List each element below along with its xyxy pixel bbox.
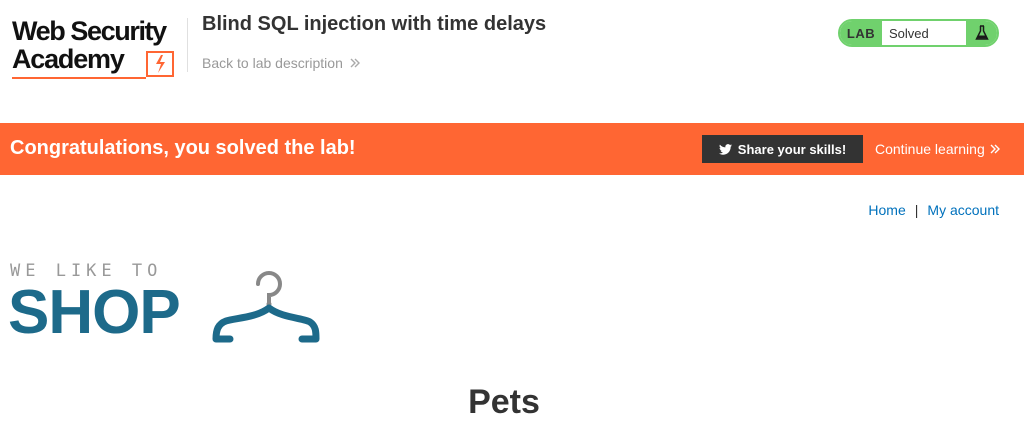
shop-word: SHOP (8, 278, 181, 347)
page-heading: Pets (468, 383, 540, 421)
back-to-lab-description-link[interactable]: Back to lab description (202, 55, 361, 71)
continue-learning-link[interactable]: Continue learning (875, 141, 1001, 157)
share-skills-label: Share your skills! (737, 141, 847, 157)
lab-solved-banner: Congratulations, you solved the lab! Sha… (0, 123, 1024, 175)
back-link-label: Back to lab description (202, 55, 343, 71)
nav-separator: | (914, 202, 919, 218)
academy-logo[interactable]: Web Security Academy (12, 16, 188, 82)
share-skills-button[interactable]: Share your skills! (702, 135, 863, 163)
shop-logo[interactable]: WE LIKE TO SHOP (8, 262, 320, 347)
lab-tag: LAB (840, 21, 882, 45)
academy-header: Web Security Academy Blind SQL injection… (0, 0, 1024, 122)
home-link[interactable]: Home (868, 202, 905, 218)
top-links: Home | My account (868, 202, 999, 218)
logo-underline (12, 77, 146, 79)
chevrons-right-icon (350, 58, 360, 68)
header-divider (187, 18, 188, 72)
logo-line2: Academy (12, 44, 125, 74)
continue-learning-label: Continue learning (875, 141, 985, 157)
chevrons-right-icon (990, 144, 1000, 154)
twitter-icon (718, 143, 732, 155)
logo-line1: Web Security (12, 16, 167, 46)
my-account-link[interactable]: My account (927, 202, 999, 218)
lab-status-text: Solved (889, 25, 929, 41)
flask-icon (966, 21, 997, 45)
banner-message: Congratulations, you solved the lab! (10, 137, 356, 159)
hanger-icon (212, 271, 320, 343)
lab-status-widget: LAB Solved (838, 19, 999, 47)
lightning-bolt-icon (146, 51, 174, 77)
lab-title: Blind SQL injection with time delays (202, 13, 547, 35)
